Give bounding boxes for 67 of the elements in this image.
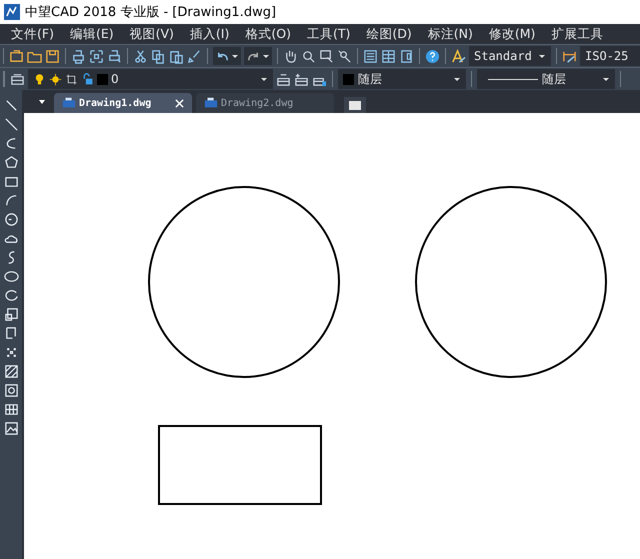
scissors-icon[interactable] bbox=[133, 48, 148, 64]
text-style-dropdown[interactable]: Standard bbox=[469, 46, 551, 66]
menu-item[interactable]: 修改(M) bbox=[488, 26, 536, 42]
caret-icon bbox=[262, 52, 270, 60]
color-swatch bbox=[343, 74, 354, 84]
lock-icon bbox=[81, 72, 94, 86]
zoom-frame-icon[interactable] bbox=[89, 48, 104, 64]
frame-icon bbox=[65, 72, 78, 86]
drawing-file-icon bbox=[62, 96, 76, 110]
color-swatch bbox=[97, 74, 108, 84]
help-icon[interactable] bbox=[425, 48, 440, 64]
print-preview-icon[interactable] bbox=[107, 48, 122, 64]
caret-icon bbox=[602, 75, 610, 83]
menu-item[interactable]: 插入(I) bbox=[190, 26, 230, 42]
menu-item[interactable]: 绘图(D) bbox=[366, 26, 412, 42]
layer-previous-icon[interactable] bbox=[294, 72, 309, 86]
panel-icon[interactable] bbox=[399, 48, 414, 64]
polygon-icon[interactable] bbox=[4, 155, 18, 170]
color-dropdown[interactable]: 随层 bbox=[338, 69, 466, 89]
grid-panel-icon[interactable] bbox=[381, 48, 396, 64]
redo-button[interactable] bbox=[244, 47, 272, 65]
arc-icon[interactable] bbox=[4, 193, 18, 208]
text-style-icon[interactable] bbox=[451, 48, 466, 64]
image-icon[interactable] bbox=[4, 421, 18, 436]
printer-icon[interactable] bbox=[71, 48, 86, 64]
menu-item[interactable]: 格式(O) bbox=[245, 26, 291, 42]
menu-item[interactable]: 文件(F) bbox=[11, 26, 54, 42]
lightbulb-icon bbox=[33, 72, 46, 86]
dimension-style-dropdown[interactable]: ISO-25 bbox=[580, 46, 640, 66]
rectangle-icon[interactable] bbox=[4, 174, 18, 189]
new-tab-icon[interactable] bbox=[344, 97, 366, 113]
app-logo-icon bbox=[4, 4, 20, 20]
ellipse-arc-icon[interactable] bbox=[4, 288, 18, 303]
close-icon[interactable] bbox=[175, 98, 184, 108]
layer-current-icon[interactable] bbox=[276, 72, 291, 86]
tab-list-caret-icon[interactable] bbox=[38, 98, 46, 106]
menu-item[interactable]: 编辑(E) bbox=[70, 26, 114, 42]
menu-item[interactable]: 视图(V) bbox=[130, 26, 174, 42]
document-tab[interactable]: Drawing1.dwg bbox=[54, 93, 192, 113]
new-file-icon[interactable] bbox=[9, 48, 24, 64]
hand-icon[interactable] bbox=[283, 48, 298, 64]
undo-button[interactable] bbox=[213, 47, 241, 65]
paste-icon[interactable] bbox=[169, 48, 184, 64]
drawing-file-icon bbox=[204, 96, 218, 110]
document-tab[interactable]: Drawing2.dwg bbox=[196, 93, 334, 113]
layer-manager-icon[interactable] bbox=[10, 72, 25, 86]
caret-icon bbox=[260, 75, 268, 83]
caret-icon bbox=[453, 75, 461, 83]
save-icon[interactable] bbox=[45, 48, 60, 64]
menu-item[interactable]: 标注(N) bbox=[428, 26, 473, 42]
window-title: 中望CAD 2018 专业版 - [Drawing1.dwg] bbox=[25, 4, 276, 21]
menu-item[interactable]: 扩展工具 bbox=[551, 26, 604, 42]
caret-icon bbox=[231, 52, 239, 60]
caret-icon bbox=[538, 52, 546, 60]
copy-icon[interactable] bbox=[151, 48, 166, 64]
hatch-icon[interactable] bbox=[4, 364, 18, 379]
zoom-icon[interactable] bbox=[301, 48, 316, 64]
line-icon[interactable] bbox=[4, 98, 18, 113]
zoom-window-icon[interactable] bbox=[319, 48, 334, 64]
line-sample bbox=[488, 78, 538, 80]
region-icon[interactable] bbox=[4, 383, 18, 398]
menu-item[interactable]: 工具(T) bbox=[306, 26, 350, 42]
properties-icon[interactable] bbox=[363, 48, 378, 64]
sun-icon bbox=[49, 72, 62, 86]
linetype-dropdown[interactable]: 随层 bbox=[477, 69, 615, 89]
layer-dropdown[interactable]: 0 bbox=[28, 69, 273, 89]
table-icon[interactable] bbox=[4, 402, 18, 417]
